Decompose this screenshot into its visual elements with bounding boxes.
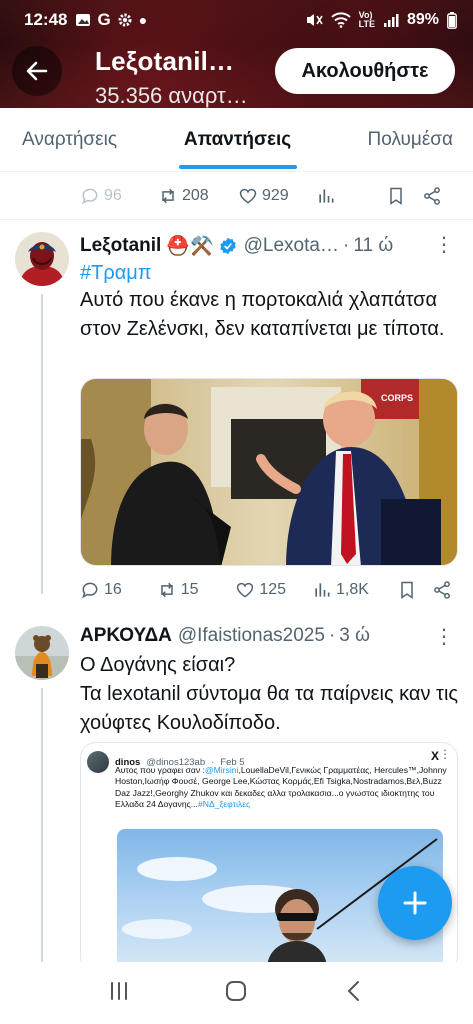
recents-icon — [110, 981, 127, 1000]
tweet-header: Leξotanil ⛑️⚒️ @Lexota… · 11 ώ — [80, 235, 394, 257]
reply-count: 96 — [104, 187, 122, 204]
heart-icon — [239, 188, 257, 204]
retweet-button[interactable]: 15 — [157, 580, 236, 600]
photo-oval-office: CORPS — [81, 379, 457, 565]
x-logo-icon: X — [430, 749, 439, 763]
prev-tweet-actions: 96 208 929 — [80, 182, 452, 210]
photo-icon — [76, 14, 91, 26]
retweet-icon — [160, 582, 173, 598]
retweet-count: 208 — [182, 187, 209, 204]
view-count: 1,8K — [336, 581, 369, 598]
volte-icon: Vo) LTE — [358, 10, 375, 29]
like-count: 125 — [259, 581, 287, 598]
tab-posts[interactable]: Αναρτήσεις — [0, 108, 166, 171]
reply-button[interactable]: 96 — [80, 186, 158, 206]
retweet-button[interactable]: 208 — [158, 186, 238, 206]
views-button[interactable]: 1,8K — [312, 580, 397, 600]
embed-more-icon: ⋮ — [439, 747, 451, 761]
embed-text: Αυτος που γραφει σαν :@Mirsini,LouellaDe… — [115, 765, 447, 810]
avatar[interactable] — [15, 232, 69, 286]
profile-tabs: Αναρτήσεις Απαντήσεις Πολυμέσα — [0, 108, 473, 172]
like-count: 929 — [262, 187, 289, 204]
tweet-time: 3 ώ — [339, 625, 370, 646]
status-time: 12:48 — [24, 10, 68, 29]
reply-count: 16 — [104, 581, 122, 598]
recents-button[interactable] — [106, 978, 132, 1009]
tweet-hashtag[interactable]: #Τραμπ — [80, 259, 460, 288]
profile-header: 12:48 G ● Vo) LTE 89% Leξotanil… 35.356 α… — [0, 0, 473, 108]
mute-icon — [306, 14, 323, 26]
author-name[interactable]: ΑΡΚΟΥΔΑ — [80, 625, 172, 647]
avatar[interactable] — [15, 626, 69, 680]
profile-name: Leξotanil… — [95, 46, 235, 76]
battery-level: 89% — [406, 11, 439, 28]
retweet-icon — [162, 188, 174, 204]
gear-icon — [118, 13, 132, 27]
avatar-image — [15, 232, 69, 286]
retweet-count: 15 — [180, 581, 199, 598]
home-icon — [226, 980, 247, 1001]
share-icon — [434, 581, 450, 599]
follow-button[interactable]: Ακολουθήστε — [275, 48, 455, 94]
battery-icon — [447, 11, 457, 29]
bookmark-button[interactable] — [397, 580, 432, 600]
tweet-header: ΑΡΚΟΥΔΑ @Ifaistionas2025 · 3 ώ — [80, 625, 370, 647]
post-count: 35.356 αναρτ… — [95, 83, 248, 108]
author-badges: ⛑️⚒️ — [166, 236, 214, 257]
avatar-image — [15, 626, 69, 680]
compose-button[interactable] — [378, 866, 452, 940]
tweet-text: Αυτό που έκανε η πορτοκαλιά χλαπάτσα στο… — [80, 289, 445, 340]
share-button[interactable] — [422, 186, 442, 206]
signal-icon — [383, 14, 399, 27]
back-button[interactable] — [12, 46, 62, 96]
thread-line — [41, 294, 43, 594]
more-options-icon[interactable]: ⋮ — [434, 624, 454, 649]
flag-text: CORPS — [381, 393, 413, 403]
system-back-button[interactable] — [341, 978, 367, 1009]
tweet-time: 11 ώ — [353, 235, 394, 256]
status-bar: 12:48 G ● Vo) LTE 89% — [0, 0, 473, 40]
verified-icon — [219, 237, 236, 255]
tweet-1-actions: 16 15 125 1,8K — [80, 576, 452, 604]
wifi-icon — [330, 12, 351, 28]
thread-line — [41, 688, 43, 962]
reply-button[interactable]: 16 — [80, 580, 157, 600]
heart-icon — [237, 582, 254, 598]
like-button[interactable]: 125 — [235, 580, 312, 600]
back-icon — [348, 980, 360, 1001]
plus-icon — [403, 891, 427, 915]
share-icon — [424, 187, 440, 205]
dot-icon: ● — [138, 12, 148, 28]
bookmark-icon — [390, 187, 402, 205]
reply-icon — [81, 188, 98, 205]
google-icon: G — [97, 10, 111, 29]
more-options-icon[interactable]: ⋮ — [434, 232, 454, 257]
views-icon — [319, 189, 334, 203]
share-button[interactable] — [432, 580, 452, 600]
home-button[interactable] — [223, 978, 249, 1009]
tweet-photo[interactable]: CORPS — [80, 378, 458, 566]
tweet-text-line-2: Τα lexotanil σύντομα θα τα παίρνεις καν … — [80, 683, 459, 734]
tweet-text-line-1: Ο Δογάνης είσαι? — [80, 654, 236, 676]
author-handle[interactable]: @Lexota… — [244, 235, 339, 257]
views-button[interactable] — [316, 186, 386, 206]
arrow-left-icon — [26, 61, 48, 81]
author-handle[interactable]: @Ifaistionas2025 — [178, 625, 325, 647]
reply-icon — [81, 582, 98, 599]
divider — [0, 219, 473, 220]
embed-avatar — [87, 751, 109, 773]
like-button[interactable]: 929 — [238, 186, 316, 206]
system-nav-bar — [0, 962, 473, 1024]
views-icon — [315, 583, 330, 597]
author-name[interactable]: Leξotanil — [80, 235, 161, 257]
bookmark-icon — [400, 581, 413, 599]
tab-replies[interactable]: Απαντήσεις — [166, 108, 310, 171]
bookmark-button[interactable] — [386, 186, 422, 206]
tab-media[interactable]: Πολυμέσα — [309, 108, 473, 171]
